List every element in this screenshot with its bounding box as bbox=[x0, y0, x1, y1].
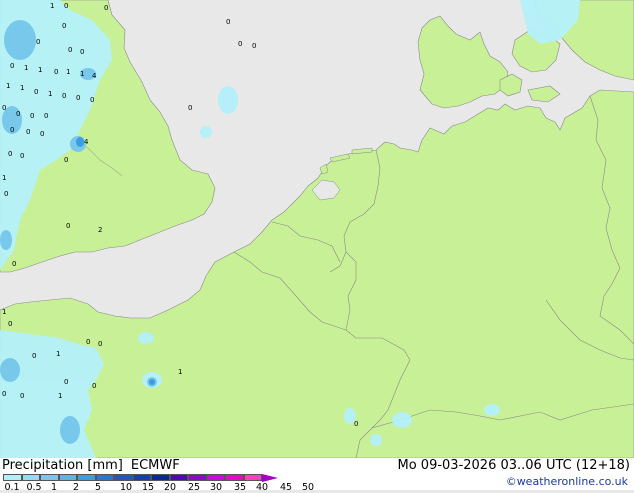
precip-value-label: 0 bbox=[62, 92, 66, 100]
precip-value-label: 0 bbox=[90, 96, 94, 104]
precip-value-label: 0 bbox=[188, 104, 192, 112]
legend-swatch bbox=[77, 474, 96, 481]
legend-tick-label: 50 bbox=[301, 482, 315, 493]
precip-value-label: 1 bbox=[20, 84, 24, 92]
precip-value-label: 0 bbox=[76, 94, 80, 102]
legend-tick-label: 30 bbox=[209, 482, 223, 493]
precip-value-label: 0 bbox=[8, 320, 12, 328]
legend-swatch bbox=[58, 474, 77, 481]
legend-swatch bbox=[40, 474, 59, 481]
legend-swatch bbox=[95, 474, 114, 481]
precip-value-label: 0 bbox=[354, 420, 358, 428]
legend-tick-label: 25 bbox=[187, 482, 201, 493]
legend-tick-label: 40 bbox=[255, 482, 269, 493]
footer-bar: Precipitation [mm] ECMWF Mo 09-03-2026 03… bbox=[0, 458, 634, 493]
legend-swatch bbox=[243, 474, 262, 481]
precip-value-label: 0 bbox=[26, 128, 30, 136]
precip-value-label: 1 bbox=[80, 70, 84, 78]
precip-value-label: 0 bbox=[8, 150, 12, 158]
legend-tick-label: 20 bbox=[163, 482, 177, 493]
legend-swatch bbox=[188, 474, 207, 481]
legend-tick-label: 5 bbox=[94, 482, 102, 493]
valid-datetime: Mo 09-03-2026 03..06 UTC (12+18) bbox=[397, 458, 631, 473]
precip-value-label: 0 bbox=[80, 48, 84, 56]
precip-value-label: 1 bbox=[2, 174, 6, 182]
precip-value-label: 1 bbox=[38, 66, 42, 74]
legend-tick-label: 2 bbox=[72, 482, 80, 493]
precip-value-label: 1 bbox=[24, 64, 28, 72]
model-name: ECMWF bbox=[130, 458, 180, 473]
legend-swatch bbox=[114, 474, 133, 481]
precip-value-label: 0 bbox=[66, 222, 70, 230]
precip-value-label: 0 bbox=[16, 110, 20, 118]
precip-value-label: 0 bbox=[32, 352, 36, 360]
precip-value-label: 1 bbox=[56, 350, 60, 358]
color-legend bbox=[3, 473, 278, 482]
legend-tick-label: 15 bbox=[141, 482, 155, 493]
precip-value-label: 1 bbox=[66, 68, 70, 76]
precip-value-label: 0 bbox=[64, 156, 68, 164]
precip-value-label: 0 bbox=[20, 392, 24, 400]
precip-value-label: 0 bbox=[238, 40, 242, 48]
precip-value-label: 0 bbox=[64, 378, 68, 386]
precip-value-label: 1 bbox=[58, 392, 62, 400]
precip-value-label: 0 bbox=[34, 88, 38, 96]
precip-value-label: 0 bbox=[4, 190, 8, 198]
precip-value-label: 0 bbox=[44, 112, 48, 120]
legend-arrow bbox=[262, 473, 278, 482]
precip-value-label: 0 bbox=[252, 42, 256, 50]
legend-tick-label: 35 bbox=[233, 482, 247, 493]
precip-value-label: 0 bbox=[226, 18, 230, 26]
precip-value-label: 0 bbox=[30, 112, 34, 120]
precip-value-label: 0 bbox=[68, 46, 72, 54]
precip-value-label: 1 bbox=[2, 308, 6, 316]
precip-value-label: 2 bbox=[98, 226, 102, 234]
legend-tick-label: 0.5 bbox=[26, 482, 42, 493]
precip-value-label: 0 bbox=[104, 4, 108, 12]
precip-value-label: 4 bbox=[84, 138, 89, 146]
legend-tick-label: 1 bbox=[50, 482, 58, 493]
precip-value-label: 0 bbox=[54, 68, 58, 76]
precip-value-label: 0 bbox=[10, 126, 14, 134]
precip-value-label: 0 bbox=[2, 390, 6, 398]
legend-tick-label: 10 bbox=[119, 482, 133, 493]
precip-value-label: 1 bbox=[6, 82, 10, 90]
legend-swatch bbox=[21, 474, 40, 481]
precip-value-label: 0 bbox=[2, 104, 6, 112]
precip-value-label: 0 bbox=[12, 260, 16, 268]
legend-swatch bbox=[225, 474, 244, 481]
variable-title: Precipitation [mm] bbox=[2, 458, 123, 473]
precip-value-label: 1 bbox=[50, 2, 54, 10]
legend-swatch bbox=[151, 474, 170, 481]
precip-value-label: 0 bbox=[86, 338, 90, 346]
precip-value-label: 0 bbox=[10, 62, 14, 70]
precip-value-label: 4 bbox=[92, 72, 97, 80]
legend-swatch bbox=[169, 474, 188, 481]
legend-tick-label: 45 bbox=[279, 482, 293, 493]
precip-value-label: 0 bbox=[40, 130, 44, 138]
legend-swatch bbox=[206, 474, 225, 481]
precip-value-label: 1 bbox=[178, 368, 182, 376]
precip-value-label: 0 bbox=[20, 152, 24, 160]
precip-value-label: 0 bbox=[98, 340, 102, 348]
precipitation-map: 1 0 0000 00 1 1 0 1 1 41 1 0 1 0 0 000 0 040 0 00 0 00 0002100… bbox=[0, 0, 634, 458]
map-title: Precipitation [mm] ECMWF bbox=[2, 458, 180, 473]
precip-value-label: 0 bbox=[92, 382, 96, 390]
legend-swatch bbox=[132, 474, 151, 481]
legend-tick-label: 0.1 bbox=[4, 482, 20, 493]
precip-value-label: 1 bbox=[48, 90, 52, 98]
precip-value-label: 0 bbox=[64, 2, 68, 10]
legend-swatch bbox=[3, 474, 22, 481]
precip-value-label: 0 bbox=[36, 38, 40, 46]
credit-link[interactable]: ©weatheronline.co.uk bbox=[506, 475, 628, 488]
precip-value-label: 0 bbox=[62, 22, 66, 30]
